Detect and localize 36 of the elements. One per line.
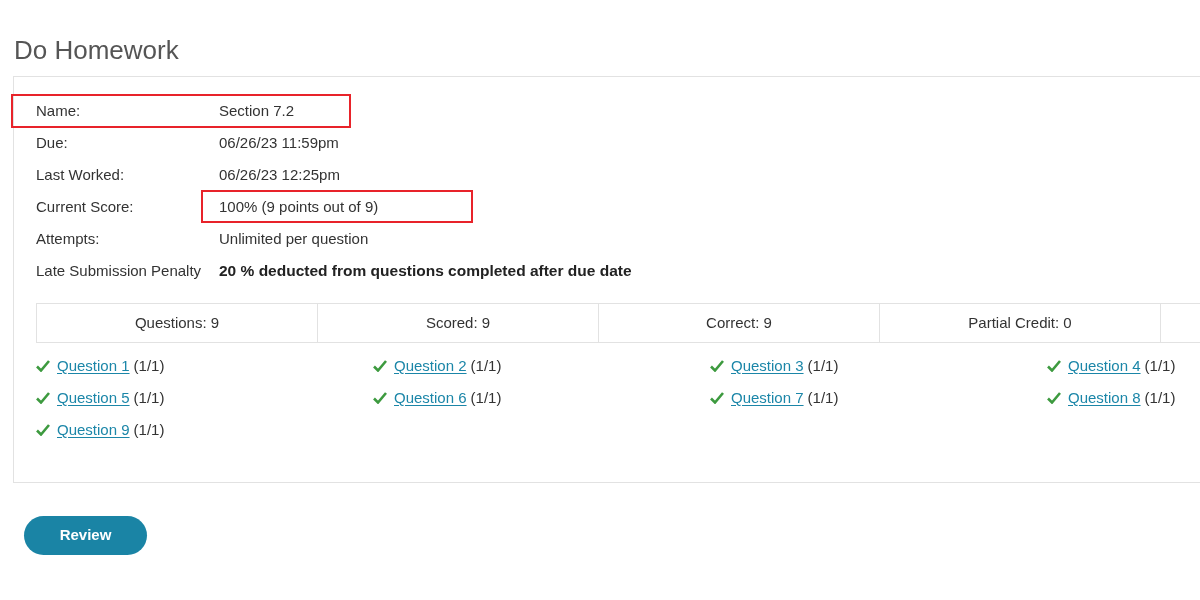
question-score: (1/1) [470, 355, 502, 376]
question-score: (1/1) [1144, 355, 1176, 376]
question-link[interactable]: Question 7 [731, 386, 804, 410]
page-title: Do Homework [14, 35, 179, 65]
summary-stat: Correct: 9 [706, 312, 772, 333]
summary-stat: Scored: 9 [425, 312, 491, 333]
question-score: (1/1) [133, 419, 165, 440]
field-label: Late Submission Penalty [36, 260, 203, 281]
field-label: Current Score: [36, 196, 135, 217]
summary-stat: Questions: 9 [134, 312, 220, 333]
question-link[interactable]: Question 5 [57, 386, 130, 410]
question-link[interactable]: Question 9 [57, 418, 130, 442]
question-link[interactable]: Question 8 [1068, 386, 1141, 410]
question-link[interactable]: Question 2 [394, 354, 467, 378]
field-label: Due: [36, 132, 69, 153]
question-link[interactable]: Question 1 [57, 354, 130, 378]
question-score: (1/1) [807, 355, 839, 376]
summary-stat: Partial Credit: 0 [968, 312, 1072, 333]
review-button[interactable]: Review [24, 516, 147, 555]
field-value: 100% (9 points out of 9) [219, 196, 379, 217]
question-link[interactable]: Question 6 [394, 386, 467, 410]
field-label: Name: [36, 100, 82, 121]
field-value: 06/26/23 11:59pm [219, 132, 339, 153]
question-score: (1/1) [1144, 387, 1176, 408]
question-score: (1/1) [807, 387, 839, 408]
field-value: 20 % deducted from questions completed after due date [219, 261, 632, 282]
field-value: Section 7.2 [219, 100, 295, 121]
question-score: (1/1) [133, 387, 165, 408]
field-value: Unlimited per question [219, 228, 369, 249]
field-value: 06/26/23 12:25pm [219, 164, 340, 185]
question-score: (1/1) [133, 355, 165, 376]
field-label: Attempts: [36, 228, 101, 249]
field-label: Last Worked: [36, 164, 126, 185]
question-link[interactable]: Question 3 [731, 354, 804, 378]
question-score: (1/1) [470, 387, 502, 408]
question-link[interactable]: Question 4 [1068, 354, 1141, 378]
